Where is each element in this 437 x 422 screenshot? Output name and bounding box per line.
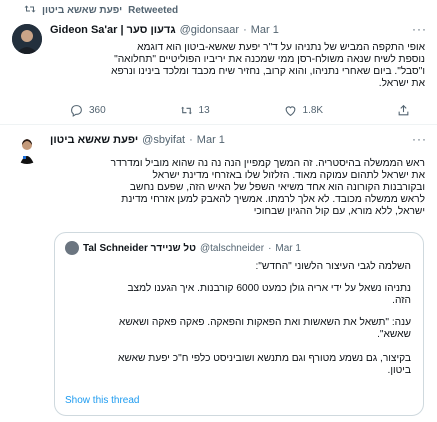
reply-button[interactable]: 360 [70,104,106,117]
quote-paragraph: בקיצור, גם נשמע מטורף וגם מתנשא ושוביניס… [65,353,411,377]
retweet-user[interactable]: יפעת שאשא ביטון [42,5,122,16]
avatar-yifat[interactable] [12,134,42,164]
quote-avatar[interactable] [65,241,79,255]
more-icon[interactable]: ··· [412,22,427,36]
text-line: לראש ממשלה מכובד. לא אלך לרמתו. אמשיך לה… [121,194,425,205]
handle[interactable]: @sbyifat [142,134,185,146]
separator: · [268,242,272,254]
tweet1-actions: 360 13 1.8K [70,104,410,117]
like-count: 1.8K [302,105,324,116]
quote-paragraph: נתניהו נשאל על ידי אריה גולן כמעט 6000 ק… [65,283,411,307]
share-button[interactable] [397,104,410,117]
share-icon [398,104,409,116]
text-line: אופי התקפה המביש של נתניהו על ד"ר יפעת ש… [137,42,425,53]
quote-tweet-card[interactable]: Tal Schneider טל שניידר @talschneider · … [54,232,424,416]
like-button[interactable]: 1.8K [284,104,324,117]
quote-display-name[interactable]: Tal Schneider טל שניידר [83,243,196,254]
text-line: ו"סבל". ביום שאחרי נתניהו, והוא קרוב, נח… [111,66,425,77]
text-line: ישראל, ללא מורא, עם קול ההגיון שבחוכי [253,206,425,217]
tweet1-header: Gideon Sa'ar | גדעון סער @gidonsaar · Ma… [50,24,279,36]
text-line: את ישראל לתהום עמוקה מאוד. הזלזול שלו בא… [152,170,425,181]
tweet2-text: ראש הממשלה בהיסטריה. זה המשך קמפיין הנה … [55,158,425,218]
text-line: נוספת לשיח שנאה משולח-רסן ממי שמכנה את י… [114,54,425,65]
text-line: את ישראל. [378,78,425,89]
quote-timestamp[interactable]: Mar 1 [275,243,301,254]
display-name[interactable]: Gideon Sa'ar | גדעון סער [50,24,176,36]
like-icon [285,106,295,117]
retweet-icon [180,106,192,115]
divider [0,124,437,125]
display-name[interactable]: יפעת שאשא ביטון [50,134,138,146]
text-line: ביטון. [387,365,411,376]
separator: · [243,24,247,36]
quote-paragraph: ענה: "תשאל את השאשות ואת הפאקות והפאקה. … [65,317,411,341]
show-thread-link[interactable]: Show this thread [65,395,140,406]
retweet-count: 13 [198,105,210,116]
reply-icon [71,105,82,117]
quote-header: Tal Schneider טל שניידר @talschneider · … [65,241,301,255]
text-line: שאשא". [377,329,411,340]
avatar-gideon[interactable] [12,24,42,54]
retweet-header: יפעת שאשא ביטון Retweeted [24,4,178,17]
tweet2-header: יפעת שאשא ביטון @sbyifat · Mar 1 [50,134,225,146]
quote-paragraph: השלמה לגבי העיצור הלשוני "החדש": [255,261,411,272]
handle[interactable]: @gidonsaar [180,24,239,36]
retweet-label: Retweeted [128,5,179,16]
text-line: ובקורבנות הקורונה הוא אחד משיאי השפל של … [129,182,425,193]
reply-count: 360 [89,105,106,116]
timestamp[interactable]: Mar 1 [197,134,225,146]
text-line: בקיצור, גם נשמע מטורף וגם מתנשא ושוביניס… [118,353,411,364]
text-line: הזה. [392,295,411,306]
more-icon[interactable]: ··· [412,132,427,146]
tweet1-text: אופי התקפה המביש של נתניהו על ד"ר יפעת ש… [55,42,425,90]
separator: · [189,134,193,146]
quote-handle[interactable]: @talschneider [200,243,264,254]
retweet-icon [24,4,36,17]
text-line: ראש הממשלה בהיסטריה. זה המשך קמפיין הנה … [110,158,425,169]
timestamp[interactable]: Mar 1 [251,24,279,36]
text-line: ענה: "תשאל את השאשות ואת הפאקות והפאקה. … [118,317,411,328]
text-line: נתניהו נשאל על ידי אריה גולן כמעט 6000 ק… [127,283,411,294]
retweet-button[interactable]: 13 [180,104,210,117]
